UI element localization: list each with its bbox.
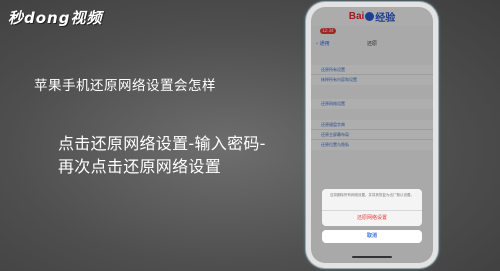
phone-frame: Bai 经验 12:34 ‹ 通用 还原 还原所有设置 抹掉所有内容和设置 还原… bbox=[306, 2, 438, 268]
watermark-text: 秒dong视频 bbox=[8, 8, 103, 27]
cancel-button[interactable]: 取消 bbox=[322, 230, 422, 243]
watermark-logo: 秒dong视频 bbox=[8, 6, 102, 28]
phone-screen: Bai 经验 12:34 ‹ 通用 还原 还原所有设置 抹掉所有内容和设置 还原… bbox=[311, 7, 433, 263]
page-heading: 苹果手机还原网络设置会怎样 bbox=[34, 78, 216, 94]
action-sheet: 这将删除所有网络设置，并将其恢复为出厂默认设置。 还原网络设置 bbox=[322, 189, 422, 226]
instruction-caption: 点击还原网络设置-输入密码-再次点击还原网络设置 bbox=[58, 134, 266, 176]
home-indicator bbox=[352, 256, 392, 258]
action-sheet-message: 这将删除所有网络设置，并将其恢复为出厂默认设置。 bbox=[322, 189, 422, 211]
confirm-reset-network-button[interactable]: 还原网络设置 bbox=[322, 211, 422, 226]
